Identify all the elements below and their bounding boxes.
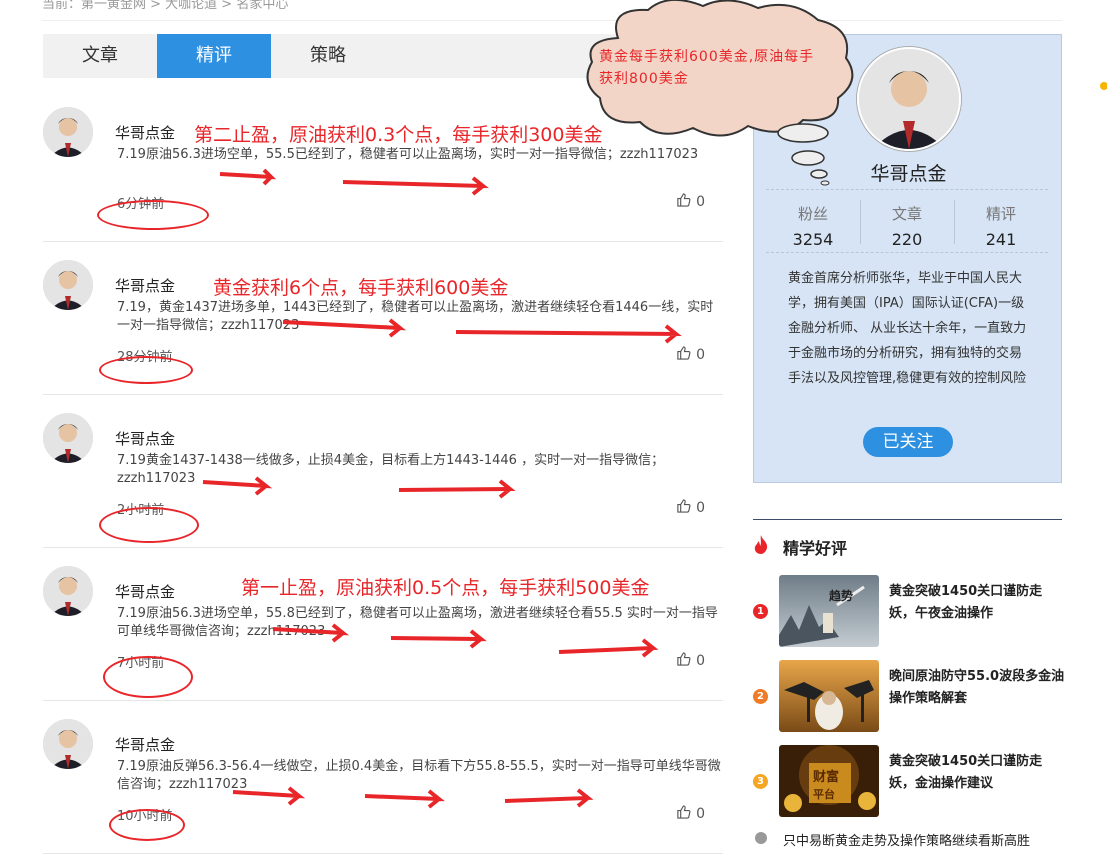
post-item: 华哥点金 7.19原油反弹56.3-56.4一线做空，止损0.4美金，目标看下方… bbox=[43, 700, 723, 854]
thumbnail-image[interactable] bbox=[779, 660, 879, 732]
post-text: 7.19原油56.3进场空单，55.8已经到了，稳健者可以止盈离场，激进者继续轻… bbox=[117, 606, 718, 639]
stat-value: 3254 bbox=[792, 230, 834, 249]
stat-value: 220 bbox=[891, 230, 923, 249]
rank-badge bbox=[755, 832, 767, 844]
follow-button[interactable]: 已关注 bbox=[863, 427, 953, 457]
svg-text:平台: 平台 bbox=[813, 787, 835, 801]
rank-badge: 2 bbox=[753, 689, 768, 704]
post-item: 华哥点金 7.19原油56.3进场空单，55.8已经到了，稳健者可以止盈离场，激… bbox=[43, 547, 723, 701]
author-avatar[interactable] bbox=[43, 566, 93, 616]
author-name[interactable]: 华哥点金 bbox=[115, 275, 175, 296]
profile-stats: 粉丝 3254 文章 220 精评 241 bbox=[766, 189, 1048, 253]
like-button[interactable]: 0 bbox=[676, 804, 705, 823]
profile-avatar[interactable] bbox=[857, 47, 961, 151]
tab-reviews[interactable]: 精评 bbox=[157, 34, 271, 78]
recommend-item[interactable]: 3 财富平台 黄金突破1450关口谨防走妖，金油操作建议 bbox=[753, 745, 1073, 817]
svg-text:财富: 财富 bbox=[813, 769, 839, 785]
author-avatar[interactable] bbox=[43, 413, 93, 463]
time-highlight-ellipse bbox=[103, 656, 193, 698]
like-button[interactable]: 0 bbox=[676, 498, 705, 517]
author-name[interactable]: 华哥点金 bbox=[115, 581, 175, 602]
recommend-title[interactable]: 只中易断黄金走势及操作策略继续看斯高胜 bbox=[783, 830, 1030, 849]
like-button[interactable]: 0 bbox=[676, 192, 705, 211]
post-text: 7.19，黄金1437进场多单，1443已经到了，稳健者可以止盈离场，激进者继续… bbox=[117, 300, 714, 333]
thumbnail-image[interactable]: 财富 平台 bbox=[779, 745, 879, 817]
like-count: 0 bbox=[696, 193, 705, 210]
recommend-title[interactable]: 黄金突破1450关口谨防走妖，午夜金油操作 bbox=[889, 581, 1067, 625]
flame-icon bbox=[753, 535, 769, 558]
rank-badge: 1 bbox=[753, 604, 768, 619]
stat-label: 精评 bbox=[985, 205, 1016, 223]
recommend-title[interactable]: 晚间原油防守55.0波段多金油操作策略解套 bbox=[889, 666, 1067, 710]
like-count: 0 bbox=[696, 346, 705, 363]
svg-text:趋势: 趋势 bbox=[829, 588, 853, 603]
recommend-item[interactable]: 1 趋势 黄金突破1450关口谨防走妖，午夜金油操作 bbox=[753, 575, 1073, 647]
author-name[interactable]: 华哥点金 bbox=[115, 734, 175, 755]
thumbs-up-icon bbox=[676, 651, 691, 670]
post-item: 华哥点金 7.19，黄金1437进场多单，1443已经到了，稳健者可以止盈离场，… bbox=[43, 241, 723, 395]
scroll-indicator-dot bbox=[1100, 82, 1107, 90]
author-name[interactable]: 华哥点金 bbox=[115, 122, 175, 143]
stat-reviews[interactable]: 精评 241 bbox=[954, 190, 1048, 252]
section-title: 精学好评 bbox=[783, 539, 848, 558]
red-annotation: 黄金获利6个点，每手获利600美金 bbox=[213, 277, 509, 299]
thumbs-up-icon bbox=[676, 192, 691, 211]
like-button[interactable]: 0 bbox=[676, 345, 705, 364]
rank-badge: 3 bbox=[753, 774, 768, 789]
tab-articles[interactable]: 文章 bbox=[43, 34, 157, 78]
author-avatar[interactable] bbox=[43, 719, 93, 769]
like-count: 0 bbox=[696, 652, 705, 669]
breadcrumb-divider bbox=[42, 20, 1062, 21]
time-highlight-ellipse bbox=[99, 356, 193, 384]
author-avatar[interactable] bbox=[43, 107, 93, 157]
post-text: 7.19原油反弹56.3-56.4一线做空，止损0.4美金，目标看下方55.8-… bbox=[117, 759, 721, 792]
thumbnail-image[interactable]: 趋势 bbox=[779, 575, 879, 647]
section-divider bbox=[753, 519, 1062, 520]
stat-fans[interactable]: 粉丝 3254 bbox=[766, 190, 860, 252]
recommend-title[interactable]: 黄金突破1450关口谨防走妖，金油操作建议 bbox=[889, 751, 1067, 795]
profile-bio: 黄金首席分析师张华，毕业于中国人民大学，拥有美国（IPA）国际认证(CFA)一级… bbox=[788, 271, 1027, 386]
like-button[interactable]: 0 bbox=[676, 651, 705, 670]
recommend-item[interactable]: 2 晚间原油防守55.0波段多金油操作策略解套 bbox=[753, 660, 1073, 732]
thumbs-up-icon bbox=[676, 498, 691, 517]
stat-label: 粉丝 bbox=[797, 205, 828, 223]
stat-label: 文章 bbox=[891, 205, 922, 223]
red-annotation: 第一止盈，原油获利0.5个点，每手获利500美金 bbox=[241, 577, 650, 599]
like-count: 0 bbox=[696, 499, 705, 516]
post-text: 7.19黄金1437-1438一线做多，止损4美金，目标看上方1443-1446… bbox=[117, 453, 665, 486]
thumbs-up-icon bbox=[676, 804, 691, 823]
red-annotation: 第二止盈，原油获利0.3个点，每手获利300美金 bbox=[194, 124, 603, 146]
author-avatar[interactable] bbox=[43, 260, 93, 310]
post-item: 华哥点金 7.19黄金1437-1438一线做多，止损4美金，目标看上方1443… bbox=[43, 394, 723, 548]
thumbs-up-icon bbox=[676, 345, 691, 364]
breadcrumb: 当前：第一黄金网 > 大咖论道 > 名家中心 bbox=[42, 0, 289, 12]
stat-value: 241 bbox=[985, 230, 1017, 249]
time-highlight-ellipse bbox=[109, 809, 185, 841]
bubble-annotation: 黄金每手获利600美金,原油每手获利800美金 bbox=[599, 49, 815, 87]
tab-strategy[interactable]: 策略 bbox=[271, 34, 385, 78]
time-highlight-ellipse bbox=[97, 200, 209, 230]
time-highlight-ellipse bbox=[99, 507, 199, 543]
stat-articles[interactable]: 文章 220 bbox=[860, 190, 954, 252]
thought-bubble bbox=[586, 0, 854, 186]
like-count: 0 bbox=[696, 805, 705, 822]
author-name[interactable]: 华哥点金 bbox=[115, 428, 175, 449]
